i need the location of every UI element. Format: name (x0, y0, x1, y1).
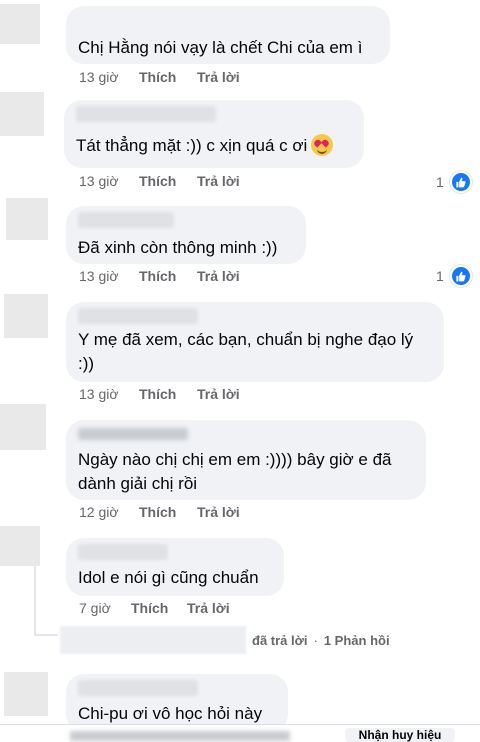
replied-label: đã trả lời (252, 632, 308, 648)
comment-meta: 13 giờ Thích Trả lời (79, 173, 240, 189)
reaction-count[interactable]: 1 (436, 265, 472, 287)
heart-eyes-emoji-icon (311, 134, 334, 156)
reaction-count[interactable]: 1 (436, 171, 472, 193)
comment-text: Idol e nói gì cũng chuẩn (78, 568, 259, 587)
comment-time[interactable]: 13 giờ (79, 386, 139, 402)
reply-button[interactable]: Trả lời (197, 386, 240, 402)
reaction-number: 1 (436, 174, 444, 190)
comment-meta: 12 giờ Thích Trả lời (79, 504, 240, 520)
reply-button[interactable]: Trả lời (187, 600, 230, 616)
comment-text: Chị Hằng nói vạy là chết Chi của em ì (78, 38, 363, 57)
comment-text: Chi-pu ơi vô học hỏi này (78, 704, 263, 723)
view-replies[interactable]: đã trả lời · 1 Phản hồi (60, 626, 390, 654)
avatar[interactable] (0, 92, 44, 136)
like-thumb-icon (449, 265, 472, 287)
comment-bubble: Idol e nói gì cũng chuẩn (66, 538, 284, 596)
reply-avatar-blurred (60, 626, 246, 654)
avatar[interactable] (6, 198, 48, 240)
comment-time[interactable]: 13 giờ (79, 268, 139, 284)
commenter-name-blurred (78, 308, 198, 324)
avatar[interactable] (0, 4, 40, 44)
comment-meta: 13 giờ Thích Trả lời (79, 386, 240, 402)
like-button[interactable]: Thích (139, 268, 197, 284)
comment-bubble: Y mẹ đã xem, các bạn, chuẩn bị nghe đạo … (66, 302, 444, 382)
replies-count: 1 Phản hồi (323, 632, 390, 648)
comment-text: Y mẹ đã xem, các bạn, chuẩn bị nghe đạo … (78, 330, 414, 373)
like-button[interactable]: Thích (139, 69, 197, 85)
comment-bubble: Chị Hằng nói vạy là chết Chi của em ì (66, 6, 390, 64)
thread-connector (34, 566, 36, 636)
commenter-name-blurred (78, 680, 198, 696)
comment-meta: 7 giờ Thích Trả lời (79, 600, 230, 616)
comment-bubble: Ngày nào chị chị em em :)))) bây giờ e đ… (66, 420, 426, 500)
comment-time[interactable]: 12 giờ (79, 504, 139, 520)
comment-text: Đã xinh còn thông minh :)) (78, 238, 278, 257)
comment-bubble: Đã xinh còn thông minh :)) (66, 206, 306, 264)
comment-text: Tát thẳng mặt :)) c xịn quá c ơi (76, 134, 334, 158)
reaction-number: 1 (436, 268, 444, 284)
like-button[interactable]: Thích (139, 504, 197, 520)
like-button[interactable]: Thích (139, 386, 197, 402)
thread-connector (34, 634, 58, 636)
commenter-name-blurred (76, 106, 216, 122)
comment-meta: 13 giờ Thích Trả lời (79, 69, 240, 85)
comment-meta: 13 giờ Thích Trả lời (79, 268, 240, 284)
avatar[interactable] (0, 526, 40, 566)
comment-time[interactable]: 13 giờ (79, 69, 139, 85)
bottom-bar: Nhận huy hiệu (0, 724, 480, 742)
comment-time[interactable]: 7 giờ (79, 600, 131, 616)
bottom-text-blurred (70, 731, 290, 741)
reply-button[interactable]: Trả lời (197, 504, 240, 520)
separator-dot: · (313, 632, 318, 648)
comment-text: Ngày nào chị chị em em :)))) bây giờ e đ… (78, 450, 392, 493)
like-button[interactable]: Thích (131, 600, 187, 616)
comment-bubble: Tát thẳng mặt :)) c xịn quá c ơi (64, 100, 364, 168)
reply-button[interactable]: Trả lời (197, 173, 240, 189)
reply-button[interactable]: Trả lời (197, 69, 240, 85)
commenter-name-blurred (78, 212, 174, 228)
avatar[interactable] (4, 672, 48, 716)
comment-time[interactable]: 13 giờ (79, 173, 139, 189)
avatar[interactable] (0, 404, 46, 450)
like-thumb-icon (449, 171, 472, 193)
avatar[interactable] (4, 294, 48, 338)
get-badge-button[interactable]: Nhận huy hiệu (345, 728, 455, 742)
like-button[interactable]: Thích (139, 173, 197, 189)
reply-button[interactable]: Trả lời (197, 268, 240, 284)
commenter-name-blurred (78, 428, 188, 440)
commenter-name-blurred (78, 544, 168, 560)
